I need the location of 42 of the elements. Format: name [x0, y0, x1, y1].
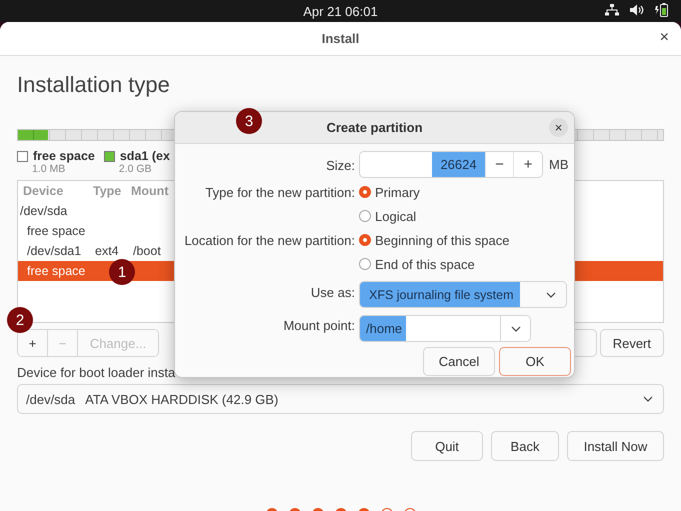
chevron-icon: [643, 396, 653, 402]
legend-label: sda1 (ex: [120, 149, 170, 163]
dialog-title: Create partition: [326, 120, 423, 135]
device-cell-text: free space: [26, 264, 86, 278]
column-header: Mount: [131, 184, 170, 198]
legend-label: free space: [33, 149, 95, 163]
add-button[interactable]: +: [18, 330, 48, 356]
type-cell-text: ext4: [95, 244, 120, 258]
quit-button[interactable]: Quit: [411, 431, 483, 461]
radio-option[interactable]: Primary: [359, 180, 420, 204]
boot-device-dropdown[interactable]: /dev/sda ATA VBOX HARDDISK (42.9 GB): [17, 384, 664, 414]
column-header: Device: [22, 184, 64, 198]
boot-loader-label: Device for boot loader insta: [17, 365, 176, 380]
legend-size: 1.0 MB: [32, 163, 66, 175]
cancel-button[interactable]: Cancel: [423, 347, 495, 376]
chevron-icon: [546, 292, 556, 298]
ok-button[interactable]: OK: [499, 347, 571, 376]
legend-size: 2.0 GB: [118, 163, 152, 175]
radio-option[interactable]: Beginning of this space: [359, 228, 510, 252]
field-label: Use as:: [310, 284, 355, 300]
mount-cell-text: /boot: [133, 244, 162, 258]
radio-option[interactable]: End of this space: [359, 252, 475, 276]
close-button[interactable]: ×: [658, 30, 671, 46]
device-cell-text: /dev/sda1: [26, 244, 82, 258]
back-button[interactable]: Back: [491, 431, 559, 461]
window-title: Install: [322, 31, 360, 46]
volume-icon[interactable]: [630, 4, 644, 16]
clock[interactable]: Apr 21 06:01: [303, 4, 378, 18]
install-now-button[interactable]: Install Now: [567, 431, 664, 461]
network-icon[interactable]: [605, 4, 619, 16]
revert-button[interactable]: Revert: [600, 329, 664, 357]
radio-option[interactable]: Logical: [359, 204, 416, 228]
battery-icon[interactable]: [655, 3, 669, 17]
column-header: Type: [93, 184, 122, 198]
field-label: Size:: [326, 158, 355, 173]
field-label: Location for the new partition:: [184, 232, 355, 248]
field-label: Mount point:: [283, 318, 355, 332]
page-heading: Installation type: [17, 72, 170, 98]
use-as-dropdown[interactable]: XFS journaling file system: [359, 281, 567, 308]
unit-label: MB: [549, 157, 568, 172]
close-button[interactable]: ×: [549, 118, 568, 137]
field-label: Type for the new partition:: [205, 184, 355, 200]
